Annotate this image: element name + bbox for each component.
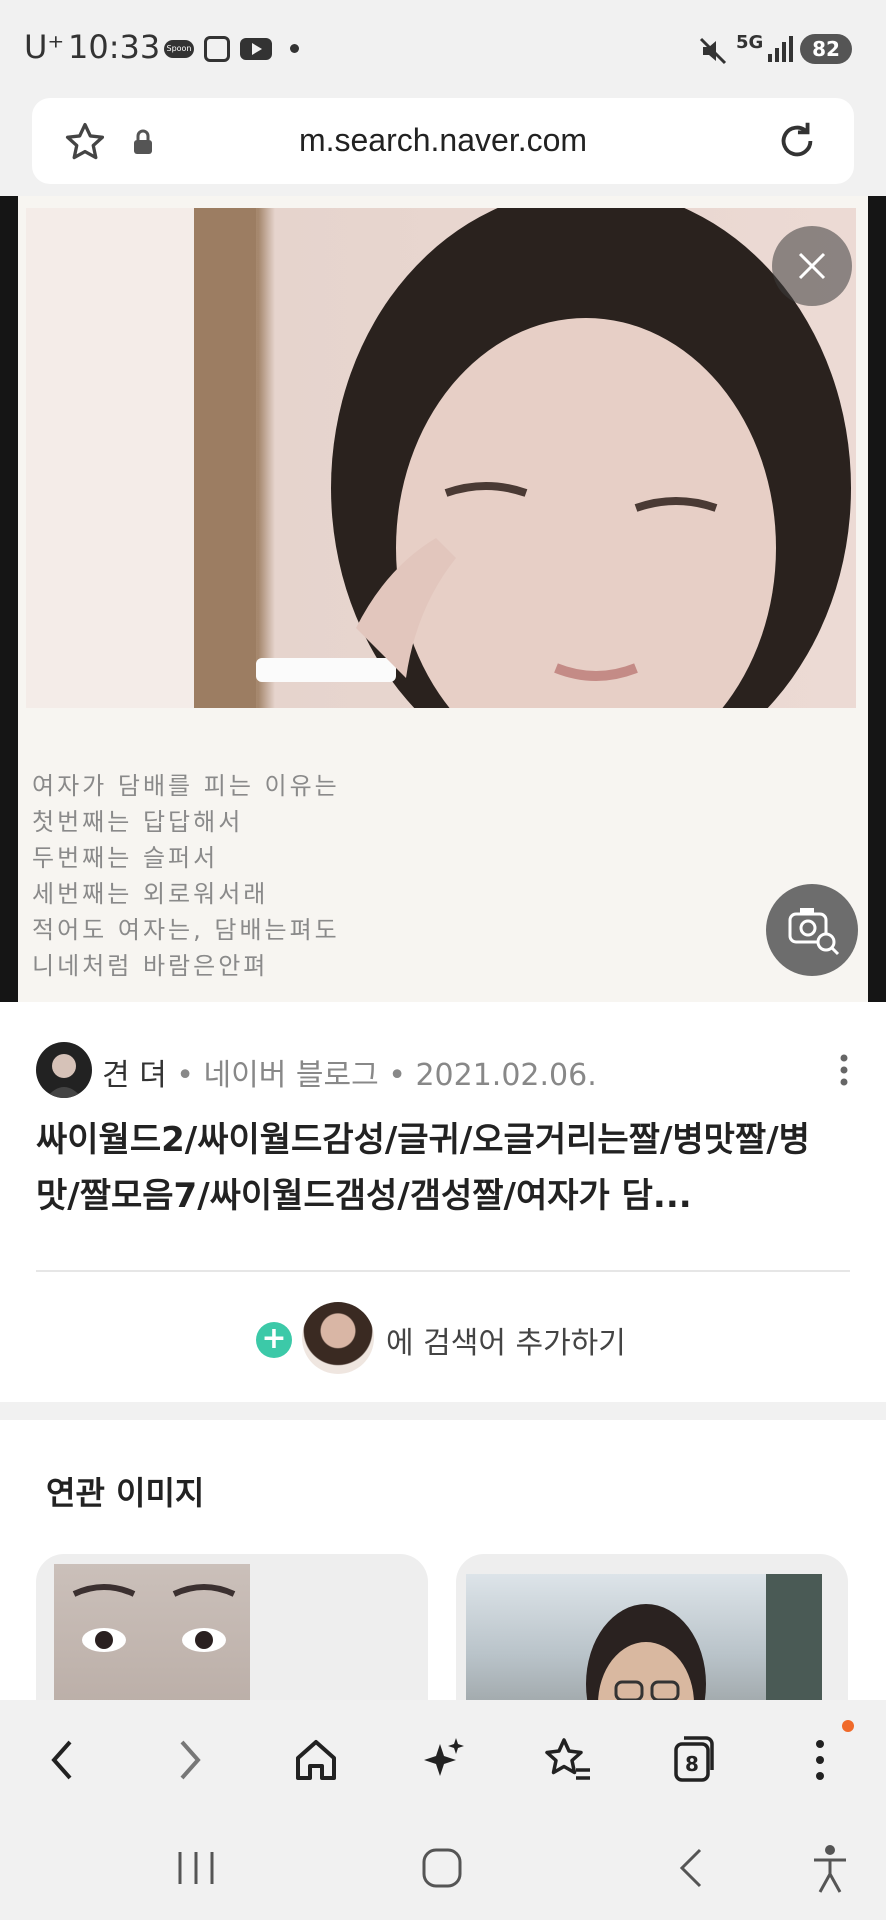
kebab-menu-icon <box>816 1740 824 1780</box>
author-name[interactable]: 견 뎌 <box>102 1058 167 1093</box>
lens-search-button[interactable] <box>766 884 858 976</box>
forward-button[interactable] <box>154 1724 226 1796</box>
address-bar[interactable]: m.search.naver.com <box>32 98 854 184</box>
back-arrow-icon <box>51 1740 72 1780</box>
related-images-section: 연관 이미지 <box>0 1420 886 1754</box>
divider <box>36 1270 850 1272</box>
add-thumbnail <box>302 1302 374 1374</box>
close-button[interactable] <box>772 226 852 306</box>
recent-apps-icon <box>178 1852 214 1884</box>
network-type: 5G <box>736 32 764 53</box>
caption-line: 첫번째는 답답해서 <box>32 808 244 836</box>
recent-apps-button[interactable] <box>166 1840 226 1896</box>
accessibility-button[interactable] <box>800 1840 860 1896</box>
tabs-count: 8 <box>685 1752 699 1776</box>
home-nav-button[interactable] <box>412 1840 472 1896</box>
status-bar: U⁺ 10:33 Spoon 5G 82 <box>0 0 886 96</box>
forward-arrow-icon <box>180 1740 201 1780</box>
caption-line: 여자가 담배를 피는 이유는 <box>32 772 340 800</box>
mute-icon <box>698 36 728 70</box>
lens-search-icon <box>788 908 840 956</box>
accessibility-icon <box>814 1845 846 1893</box>
caption-line: 세번째는 외로워서래 <box>32 880 269 908</box>
reload-icon[interactable] <box>774 118 820 168</box>
url-text[interactable]: m.search.naver.com <box>32 122 854 159</box>
signal-icon <box>766 34 794 68</box>
result-title[interactable]: 싸이월드2/싸이월드감성/글귀/오글거리는짤/병맛짤/병맛/짤모음7/싸이월드갬… <box>36 1112 836 1224</box>
plus-icon: + <box>256 1322 292 1358</box>
sparkle-icon <box>424 1738 464 1776</box>
add-search-term-button[interactable]: + 에 검색어 추가하기 <box>0 1302 886 1374</box>
image-card: 여자가 담배를 피는 이유는 첫번째는 답답해서 두번째는 슬퍼서 세번째는 외… <box>18 196 868 1002</box>
system-navigation-bar <box>0 1812 886 1920</box>
youtube-icon <box>240 38 272 60</box>
more-options-icon[interactable] <box>832 1050 856 1094</box>
home-icon <box>296 1740 336 1780</box>
spoon-app-icon: Spoon <box>164 40 194 58</box>
status-time: 10:33 <box>68 28 161 66</box>
home-nav-icon <box>422 1848 462 1888</box>
image-viewer: 여자가 담배를 피는 이유는 첫번째는 답답해서 두번째는 슬퍼서 세번째는 외… <box>0 196 886 1002</box>
post-date: 2021.02.06. <box>415 1058 597 1093</box>
author-avatar[interactable] <box>36 1042 92 1098</box>
author-line: 견 뎌 • 네이버 블로그 • 2021.02.06. <box>102 1058 597 1093</box>
photo-illustration <box>26 208 851 708</box>
source-name[interactable]: 네이버 블로그 <box>204 1058 379 1093</box>
status-carrier: U⁺ <box>24 28 65 66</box>
back-button[interactable] <box>26 1724 98 1796</box>
result-photo[interactable] <box>26 208 856 708</box>
tabs-button[interactable]: 8 <box>658 1724 730 1796</box>
browser-toolbar: 8 <box>0 1700 886 1812</box>
battery-indicator: 82 <box>800 34 852 64</box>
ai-assistant-button[interactable] <box>406 1724 478 1796</box>
screenshot-icon <box>204 36 230 62</box>
close-icon <box>798 252 826 280</box>
menu-notification-dot <box>842 1720 854 1732</box>
star-list-icon <box>545 1738 590 1780</box>
notification-dot-icon <box>290 44 299 53</box>
home-button[interactable] <box>280 1724 352 1796</box>
add-search-term-label: 에 검색어 추가하기 <box>386 1326 626 1361</box>
result-info: 견 뎌 • 네이버 블로그 • 2021.02.06. 싸이월드2/싸이월드감성… <box>0 1002 886 1402</box>
back-nav-icon <box>679 1848 702 1888</box>
related-images-title: 연관 이미지 <box>46 1474 205 1512</box>
caption-line: 니네처럼 바람은안펴 <box>32 952 269 980</box>
bookmarks-button[interactable] <box>532 1724 604 1796</box>
caption-line: 두번째는 슬퍼서 <box>32 844 219 872</box>
caption-line: 적어도 여자는, 담배는펴도 <box>32 916 340 944</box>
back-nav-button[interactable] <box>662 1840 722 1896</box>
menu-button[interactable] <box>784 1724 856 1796</box>
